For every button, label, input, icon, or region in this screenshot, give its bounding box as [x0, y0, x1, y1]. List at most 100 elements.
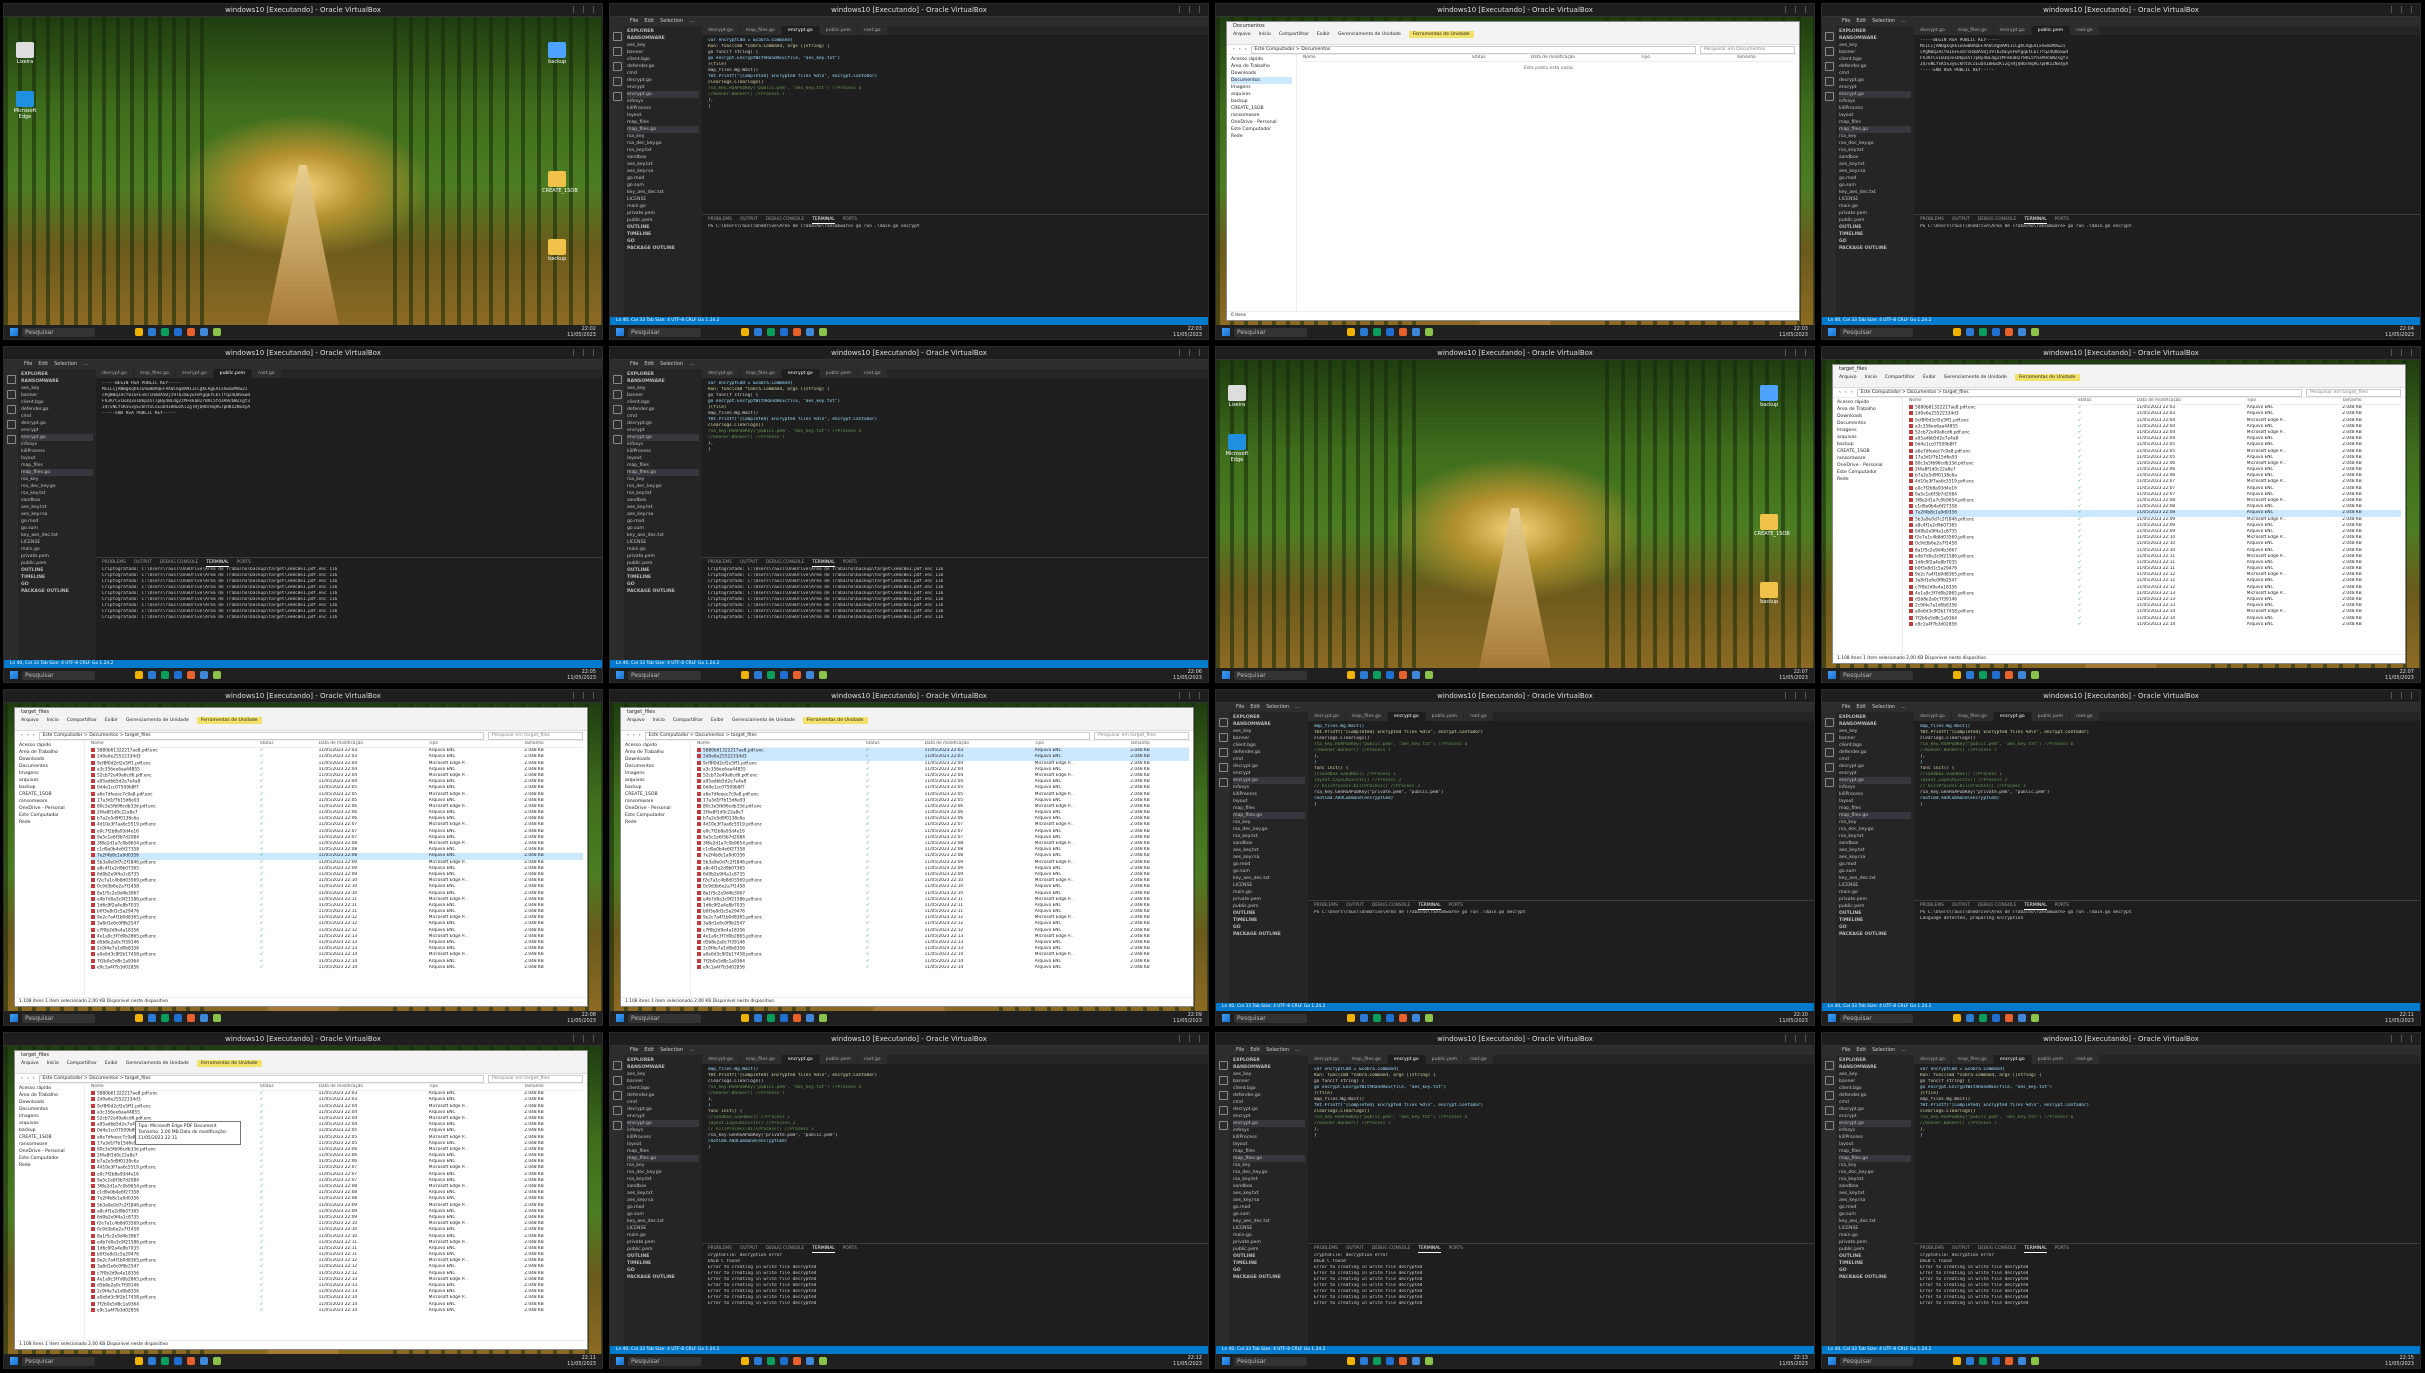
menu-item[interactable]: Selection	[660, 360, 683, 369]
window-control-button[interactable]	[573, 349, 582, 356]
window-control-button[interactable]	[2411, 1035, 2420, 1042]
sidebar-section[interactable]: GO	[1233, 1267, 1305, 1274]
forward-arrow-icon[interactable]: ‹	[27, 1076, 29, 1081]
file-tree-item[interactable]: decrypt.go	[627, 77, 699, 84]
run-debug-icon[interactable]	[1824, 77, 1834, 86]
windows-start-icon[interactable]	[1222, 671, 1230, 679]
nav-item[interactable]: Acesso rápido	[625, 742, 686, 749]
nav-item[interactable]: backup	[19, 1127, 80, 1134]
taskbar-app-icon[interactable]	[767, 1357, 775, 1365]
taskbar-app-icon[interactable]	[187, 671, 195, 679]
menu-item[interactable]: File	[1236, 1046, 1244, 1055]
nav-item[interactable]: Rede	[1231, 133, 1292, 140]
sidebar-section[interactable]: OUTLINE	[627, 1253, 699, 1260]
taskbar-app-icon[interactable]	[1386, 328, 1394, 336]
taskbar-app-icon[interactable]	[754, 1357, 762, 1365]
file-tree-item[interactable]: cmd	[1839, 70, 1911, 77]
taskbar-app-icon[interactable]	[187, 1014, 195, 1022]
taskbar-search-input[interactable]: Pesquisar	[22, 1356, 95, 1366]
window-control-button[interactable]	[1179, 349, 1188, 356]
menu-item[interactable]: File	[1842, 703, 1850, 712]
file-tree-item[interactable]: encrypt.go	[1233, 1120, 1305, 1127]
sidebar-section[interactable]: TIMELINE	[627, 231, 699, 238]
extensions-icon[interactable]	[1824, 92, 1834, 101]
editor-tab[interactable]: decrypt.go	[1308, 1055, 1345, 1064]
file-tree-item[interactable]: layout	[627, 112, 699, 119]
files-icon[interactable]	[1218, 1061, 1228, 1070]
panel-tab[interactable]: TERMINAL	[812, 560, 835, 567]
editor-tab[interactable]: root.go	[2070, 26, 2099, 35]
window-control-button[interactable]	[1785, 692, 1794, 699]
file-tree-item[interactable]: layout	[1839, 1141, 1911, 1148]
search-input[interactable]: Pesquisar em target_files	[2306, 388, 2401, 397]
menu-item[interactable]: Edit	[644, 17, 654, 26]
file-tree-item[interactable]: aes_key.txt	[627, 504, 699, 511]
file-tree-item[interactable]: defender.go	[1839, 63, 1911, 70]
taskbar-app-icon[interactable]	[1399, 671, 1407, 679]
editor-tab[interactable]: encrypt.go	[1993, 1055, 2031, 1064]
editor-tab[interactable]: public.pem	[2031, 1055, 2070, 1064]
column-header[interactable]: Tipo	[1641, 55, 1736, 61]
editor-tab[interactable]: decrypt.go	[1914, 1055, 1951, 1064]
code-editor[interactable]: var encryptCmd = &cobra.Command{ Run: fu…	[1308, 1064, 1814, 1243]
window-control-button[interactable]	[1795, 1035, 1804, 1042]
editor-tab[interactable]: decrypt.go	[702, 1055, 739, 1064]
file-tree-item[interactable]: aes_key.rsa	[627, 1197, 699, 1204]
nav-item[interactable]: Imagens	[19, 1113, 80, 1120]
column-header[interactable]: Tamanho	[524, 741, 583, 747]
file-tree-item[interactable]: encrypt.go	[1839, 91, 1911, 98]
editor-tab[interactable]: encrypt.go	[1993, 26, 2031, 35]
file-tree-item[interactable]: map_files.go	[1233, 812, 1305, 819]
sidebar-section[interactable]: OUTLINE	[627, 567, 699, 574]
editor-tab[interactable]: decrypt.go	[96, 369, 133, 378]
nav-item[interactable]: backup	[1837, 441, 1898, 448]
taskbar-app-icon[interactable]	[1425, 328, 1433, 336]
window-control-button[interactable]	[2401, 1035, 2410, 1042]
taskbar-app-icon[interactable]	[187, 328, 195, 336]
editor-tab[interactable]: decrypt.go	[1308, 712, 1345, 721]
search-icon[interactable]	[612, 47, 622, 56]
file-tree-item[interactable]: sandbox	[21, 497, 93, 504]
panel-tab[interactable]: TERMINAL	[206, 560, 229, 567]
ribbon-drive-tools[interactable]: Ferramentas de Unidade	[196, 1060, 262, 1067]
file-tree-item[interactable]: encrypt	[1233, 770, 1305, 777]
taskbar-app-icon[interactable]	[1966, 671, 1974, 679]
taskbar-app-icon[interactable]	[741, 1357, 749, 1365]
ribbon-tab[interactable]: Início	[653, 717, 665, 724]
taskbar-app-icon[interactable]	[213, 1014, 221, 1022]
file-tree-item[interactable]: map_files.go	[21, 469, 93, 476]
file-tree-item[interactable]: map_files	[1839, 805, 1911, 812]
file-tree-item[interactable]: infosys	[627, 441, 699, 448]
taskbar-app-icon[interactable]	[1425, 1357, 1433, 1365]
column-header[interactable]: Nome	[1909, 398, 2078, 404]
editor-tab[interactable]: root.go	[858, 1055, 887, 1064]
sidebar-section[interactable]: GO	[1839, 238, 1911, 245]
taskbar-app-icon[interactable]	[1966, 328, 1974, 336]
file-tree-item[interactable]: encrypt	[21, 427, 93, 434]
file-tree-item[interactable]: sandbox	[627, 497, 699, 504]
taskbar-app-icon[interactable]	[1386, 1014, 1394, 1022]
source-control-icon[interactable]	[1824, 748, 1834, 757]
sidebar-section[interactable]: OUTLINE	[1233, 910, 1305, 917]
search-icon[interactable]	[612, 1076, 622, 1085]
file-tree-item[interactable]: banner	[1839, 49, 1911, 56]
taskbar-app-icon[interactable]	[1412, 328, 1420, 336]
file-tree-item[interactable]: defender.go	[627, 1092, 699, 1099]
sidebar-section[interactable]: OUTLINE	[1839, 910, 1911, 917]
ransom-note-icon[interactable]	[548, 171, 567, 187]
search-input[interactable]: Pesquisar em target_files	[488, 731, 583, 740]
panel-tab[interactable]: TERMINAL	[2024, 1246, 2047, 1253]
ribbon-tab[interactable]: Exibir	[1317, 31, 1330, 38]
column-header[interactable]: Tamanho	[524, 1084, 583, 1090]
files-icon[interactable]	[612, 1061, 622, 1070]
menu-item[interactable]: Selection	[1872, 703, 1895, 712]
editor-tab[interactable]: public.pem	[2031, 712, 2070, 721]
column-header[interactable]: Status	[260, 741, 319, 747]
file-tree-item[interactable]: rsa_key	[1839, 1162, 1911, 1169]
taskbar-app-icon[interactable]	[754, 328, 762, 336]
file-tree-item[interactable]: sandbox	[1839, 840, 1911, 847]
file-tree-item[interactable]: rsa_dec_key.go	[1839, 140, 1911, 147]
sidebar-section[interactable]: GO	[627, 1267, 699, 1274]
menu-item[interactable]: Selection	[1872, 17, 1895, 26]
ribbon-tab[interactable]: Gerenciamento de Unidade	[126, 717, 189, 724]
